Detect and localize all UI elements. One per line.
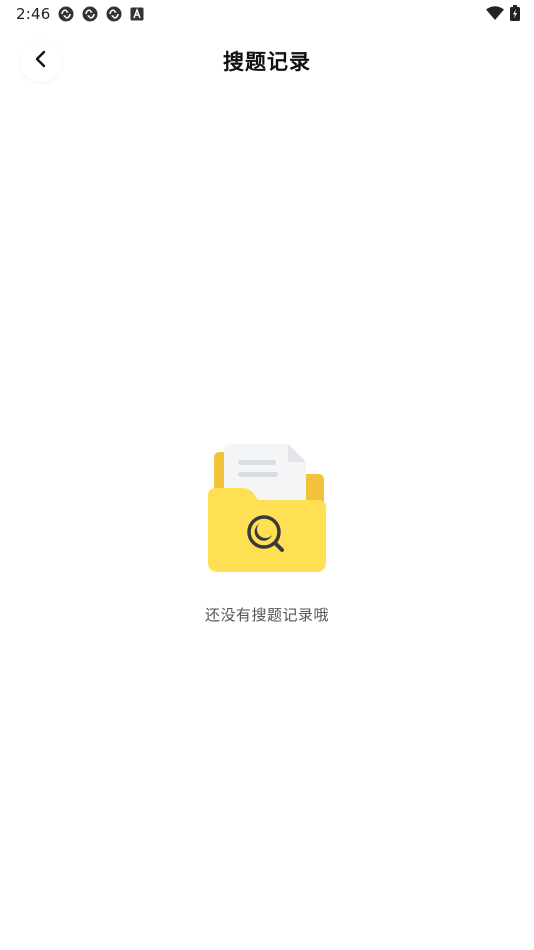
notification-icons — [58, 5, 144, 23]
wifi-icon — [486, 6, 504, 20]
status-bar: 2:46 — [0, 0, 534, 28]
status-time: 2:46 — [16, 5, 51, 23]
sync-icon — [106, 6, 122, 22]
sync-icon — [58, 6, 74, 22]
header: 搜题记录 — [0, 28, 534, 92]
empty-message: 还没有搜题记录哦 — [204, 606, 329, 624]
folder-search-icon — [202, 434, 332, 574]
a-box-icon — [130, 7, 144, 21]
battery-icon — [510, 5, 520, 21]
empty-state: 还没有搜题记录哦 — [0, 430, 534, 640]
system-icons — [486, 4, 520, 22]
page-title: 搜题记录 — [223, 50, 311, 74]
sync-icon — [82, 6, 98, 22]
